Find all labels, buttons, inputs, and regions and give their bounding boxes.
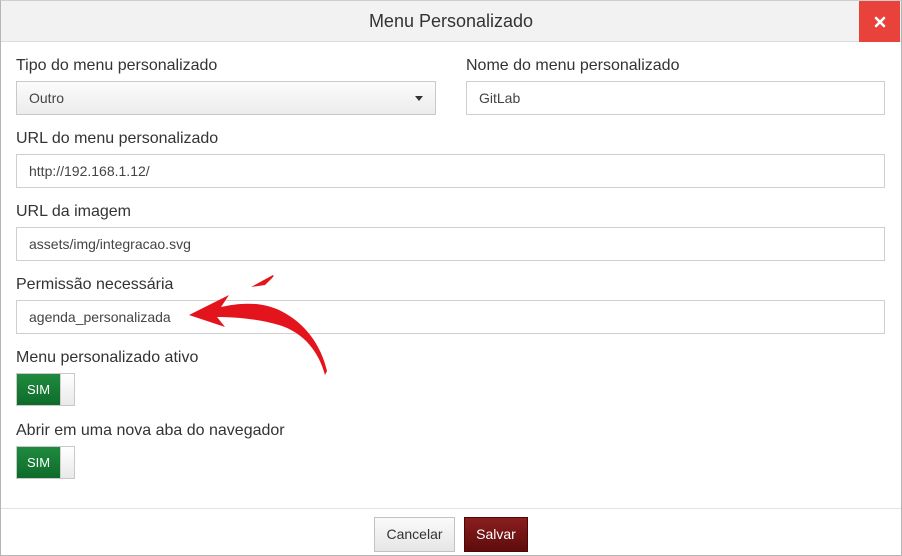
url-label: URL do menu personalizado bbox=[16, 130, 219, 147]
ativo-label: Menu personalizado ativo bbox=[16, 349, 199, 366]
nome-input[interactable]: GitLab bbox=[466, 81, 885, 115]
close-icon bbox=[874, 16, 885, 27]
url-input-value: http://192.168.1.12/ bbox=[29, 163, 150, 179]
nova-aba-toggle-label: SIM bbox=[17, 447, 60, 478]
permissao-input-value: agenda_personalizada bbox=[29, 309, 171, 325]
annotation-arrow-icon bbox=[189, 275, 327, 375]
url-input[interactable]: http://192.168.1.12/ bbox=[16, 154, 885, 188]
dialog-header: Menu Personalizado bbox=[1, 1, 901, 42]
tipo-select[interactable]: Outro bbox=[16, 81, 436, 115]
ativo-toggle-label: SIM bbox=[17, 374, 60, 405]
tipo-select-value: Outro bbox=[29, 90, 65, 106]
caret-down-icon bbox=[415, 96, 423, 101]
permissao-label: Permissão necessária bbox=[16, 276, 174, 293]
toggle-knob bbox=[60, 447, 74, 478]
save-button[interactable]: Salvar bbox=[464, 517, 528, 552]
dialog-title: Menu Personalizado bbox=[368, 11, 534, 31]
imagem-input[interactable]: assets/img/integracao.svg bbox=[16, 227, 885, 261]
ativo-toggle[interactable]: SIM bbox=[16, 373, 75, 406]
imagem-input-value: assets/img/integracao.svg bbox=[29, 236, 191, 252]
toggle-knob bbox=[60, 374, 74, 405]
nome-input-value: GitLab bbox=[479, 90, 521, 106]
permissao-input[interactable]: agenda_personalizada bbox=[16, 300, 885, 334]
nome-label: Nome do menu personalizado bbox=[466, 57, 680, 74]
custom-menu-dialog: Menu Personalizado Tipo do menu personal… bbox=[0, 0, 902, 556]
nova-aba-label: Abrir em uma nova aba do navegador bbox=[16, 422, 285, 439]
dialog-footer: Cancelar Salvar bbox=[1, 508, 901, 555]
nova-aba-toggle[interactable]: SIM bbox=[16, 446, 75, 479]
close-button[interactable] bbox=[859, 1, 900, 42]
cancel-button[interactable]: Cancelar bbox=[374, 517, 455, 552]
imagem-label: URL da imagem bbox=[16, 203, 132, 220]
tipo-label: Tipo do menu personalizado bbox=[16, 57, 218, 74]
